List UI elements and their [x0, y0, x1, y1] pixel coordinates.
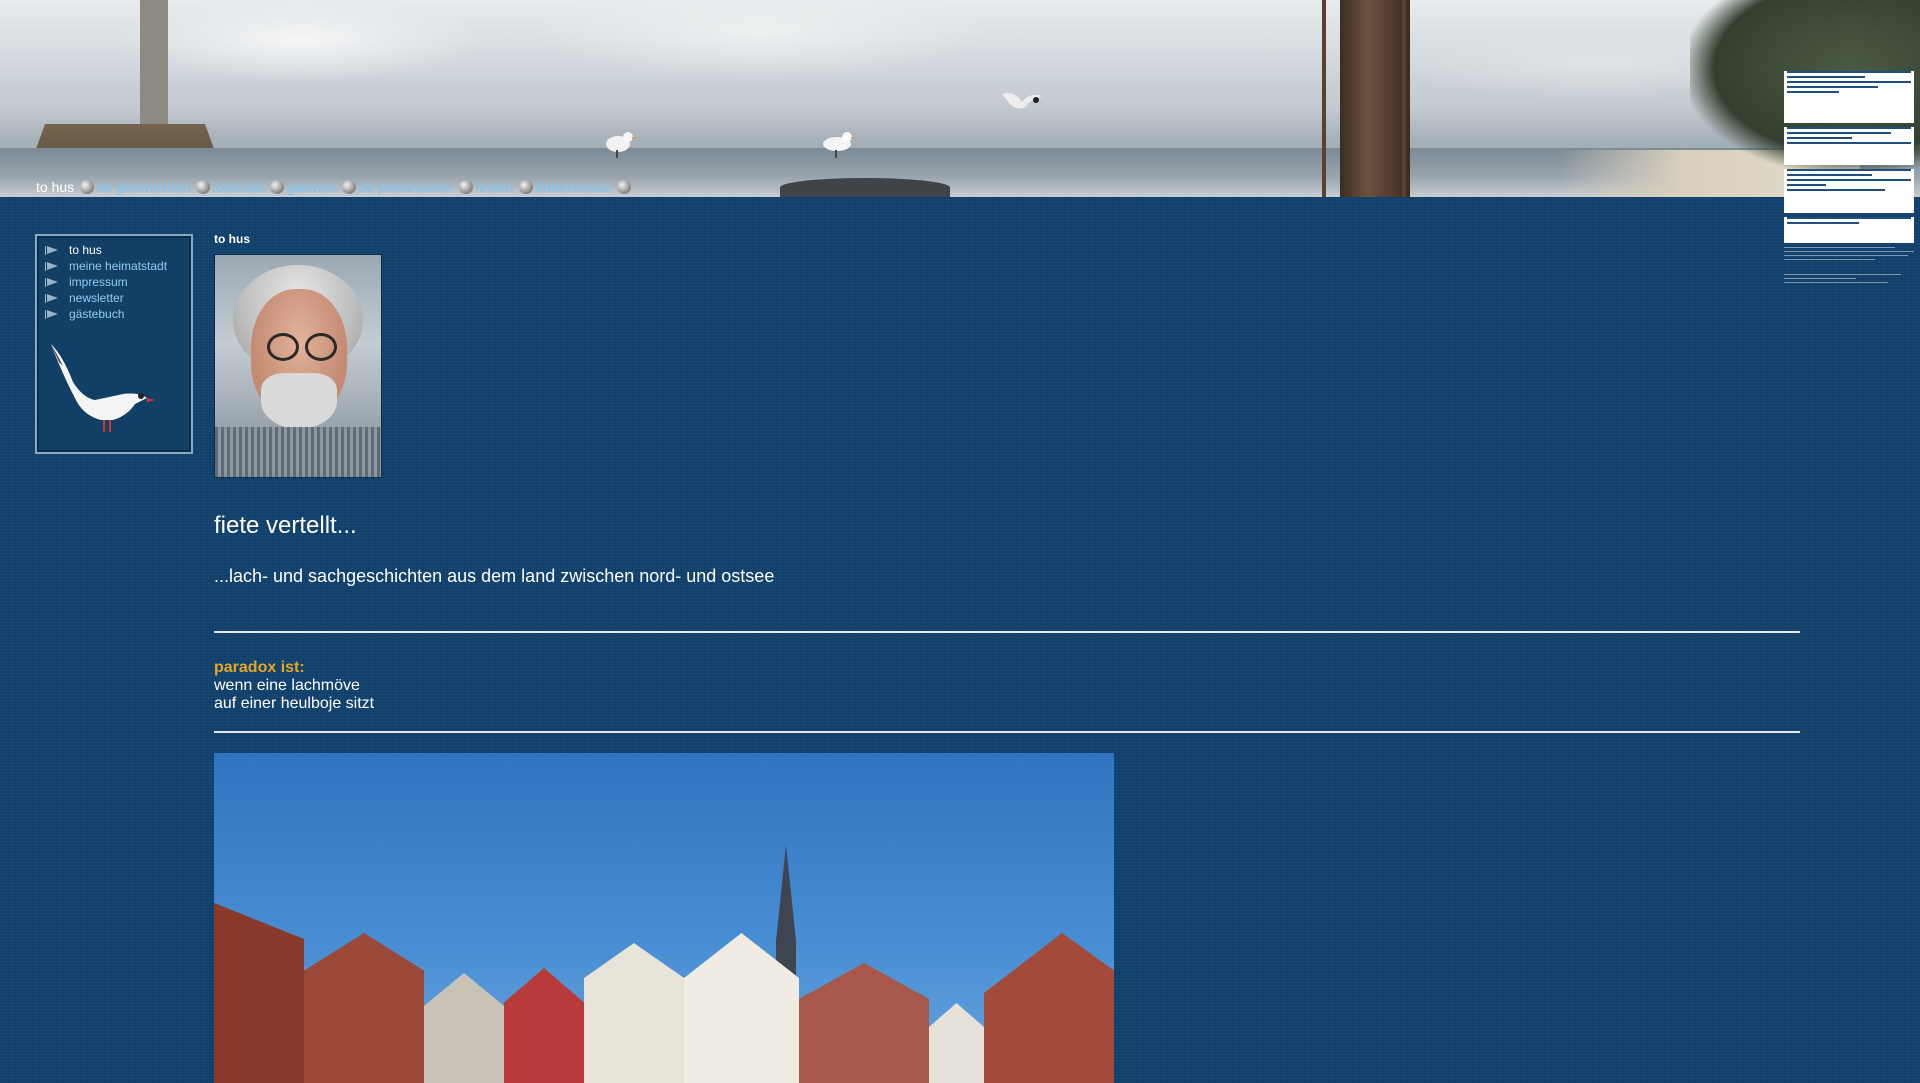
separator-ball-icon	[270, 180, 285, 194]
sidebar-item-label[interactable]: impressum	[69, 275, 128, 289]
info-block	[1784, 217, 1914, 243]
arrow-bullet-icon	[45, 277, 59, 287]
building	[929, 1003, 984, 1083]
main-content: to hus fiete vertellt... ...lach- und sa…	[214, 230, 1800, 1083]
arrow-bullet-icon	[45, 245, 59, 255]
nav-link-galerien[interactable]: galerien	[286, 179, 336, 195]
banner-rock	[780, 178, 950, 197]
sidebar-item-impressum[interactable]: impressum	[37, 274, 191, 290]
arrow-bullet-icon	[45, 261, 59, 271]
building	[304, 933, 424, 1083]
top-navigation: to hus de geschichten fotokiste galerien…	[36, 177, 633, 197]
building	[799, 963, 929, 1083]
info-block	[1784, 127, 1914, 165]
nav-home[interactable]: to hus	[36, 179, 74, 195]
nav-link-plattsnacker[interactable]: de plattsnacker	[358, 179, 453, 195]
divider	[214, 731, 1800, 733]
arrow-bullet-icon	[45, 293, 59, 303]
author-portrait	[214, 254, 382, 478]
seagull-icon	[51, 344, 155, 432]
sidebar-item-label[interactable]: to hus	[69, 243, 102, 257]
separator-ball-icon	[616, 180, 631, 194]
separator-ball-icon	[80, 180, 95, 194]
nav-link-fotokiste[interactable]: fotokiste	[212, 179, 264, 195]
banner-rigging	[1402, 0, 1406, 197]
quote-line: auf einer heulboje sitzt	[214, 695, 375, 712]
sidebar-menu: to hus meine heimatstadt impressum newsl…	[35, 234, 193, 454]
separator-ball-icon	[342, 180, 357, 194]
page-subtitle: ...lach- und sachgeschichten aus dem lan…	[214, 566, 775, 586]
divider	[214, 631, 1800, 633]
info-block	[1784, 169, 1914, 213]
nav-link-finden[interactable]: finden	[475, 179, 513, 195]
sidebar-item-label[interactable]: gästebuch	[69, 307, 124, 321]
sidebar-item-newsletter[interactable]: newsletter	[37, 290, 191, 306]
page-title: fiete vertellt...	[214, 512, 357, 539]
separator-ball-icon	[196, 180, 211, 194]
seagull-icon	[1002, 93, 1042, 109]
quote-block: paradox ist: wenn eine lachmöve auf eine…	[214, 659, 1800, 713]
info-block	[1784, 71, 1914, 123]
building	[504, 968, 584, 1083]
header-banner: to hus de geschichten fotokiste galerien…	[0, 0, 1920, 197]
building	[584, 943, 684, 1083]
quote-heading: paradox ist:	[214, 659, 305, 676]
building	[424, 973, 504, 1083]
building	[984, 933, 1114, 1083]
sidebar-item-gaestebuch[interactable]: gästebuch	[37, 306, 191, 322]
seagull-icon	[823, 132, 857, 158]
quote-line: wenn eine lachmöve	[214, 677, 360, 694]
sidebar-item-to-hus[interactable]: to hus	[37, 242, 191, 258]
sidebar-item-heimatstadt[interactable]: meine heimatstadt	[37, 258, 191, 274]
nav-link-geschichten[interactable]: de geschichten	[96, 179, 190, 195]
town-photo	[214, 753, 1114, 1083]
building	[214, 903, 304, 1083]
separator-ball-icon	[519, 180, 534, 194]
arrow-bullet-icon	[45, 309, 59, 319]
breadcrumb: to hus	[214, 232, 250, 246]
separator-ball-icon	[459, 180, 474, 194]
seagull-icon	[606, 132, 638, 158]
banner-mast	[1340, 0, 1410, 197]
sidebar-item-label[interactable]: meine heimatstadt	[69, 259, 167, 273]
sidebar-item-label[interactable]: newsletter	[69, 291, 124, 305]
sidebar-info-column	[1784, 68, 1914, 283]
nav-link-datenschutz[interactable]: datenschutz	[535, 179, 611, 195]
banner-rigging	[1322, 0, 1326, 197]
banner-clouds	[0, 0, 1920, 100]
